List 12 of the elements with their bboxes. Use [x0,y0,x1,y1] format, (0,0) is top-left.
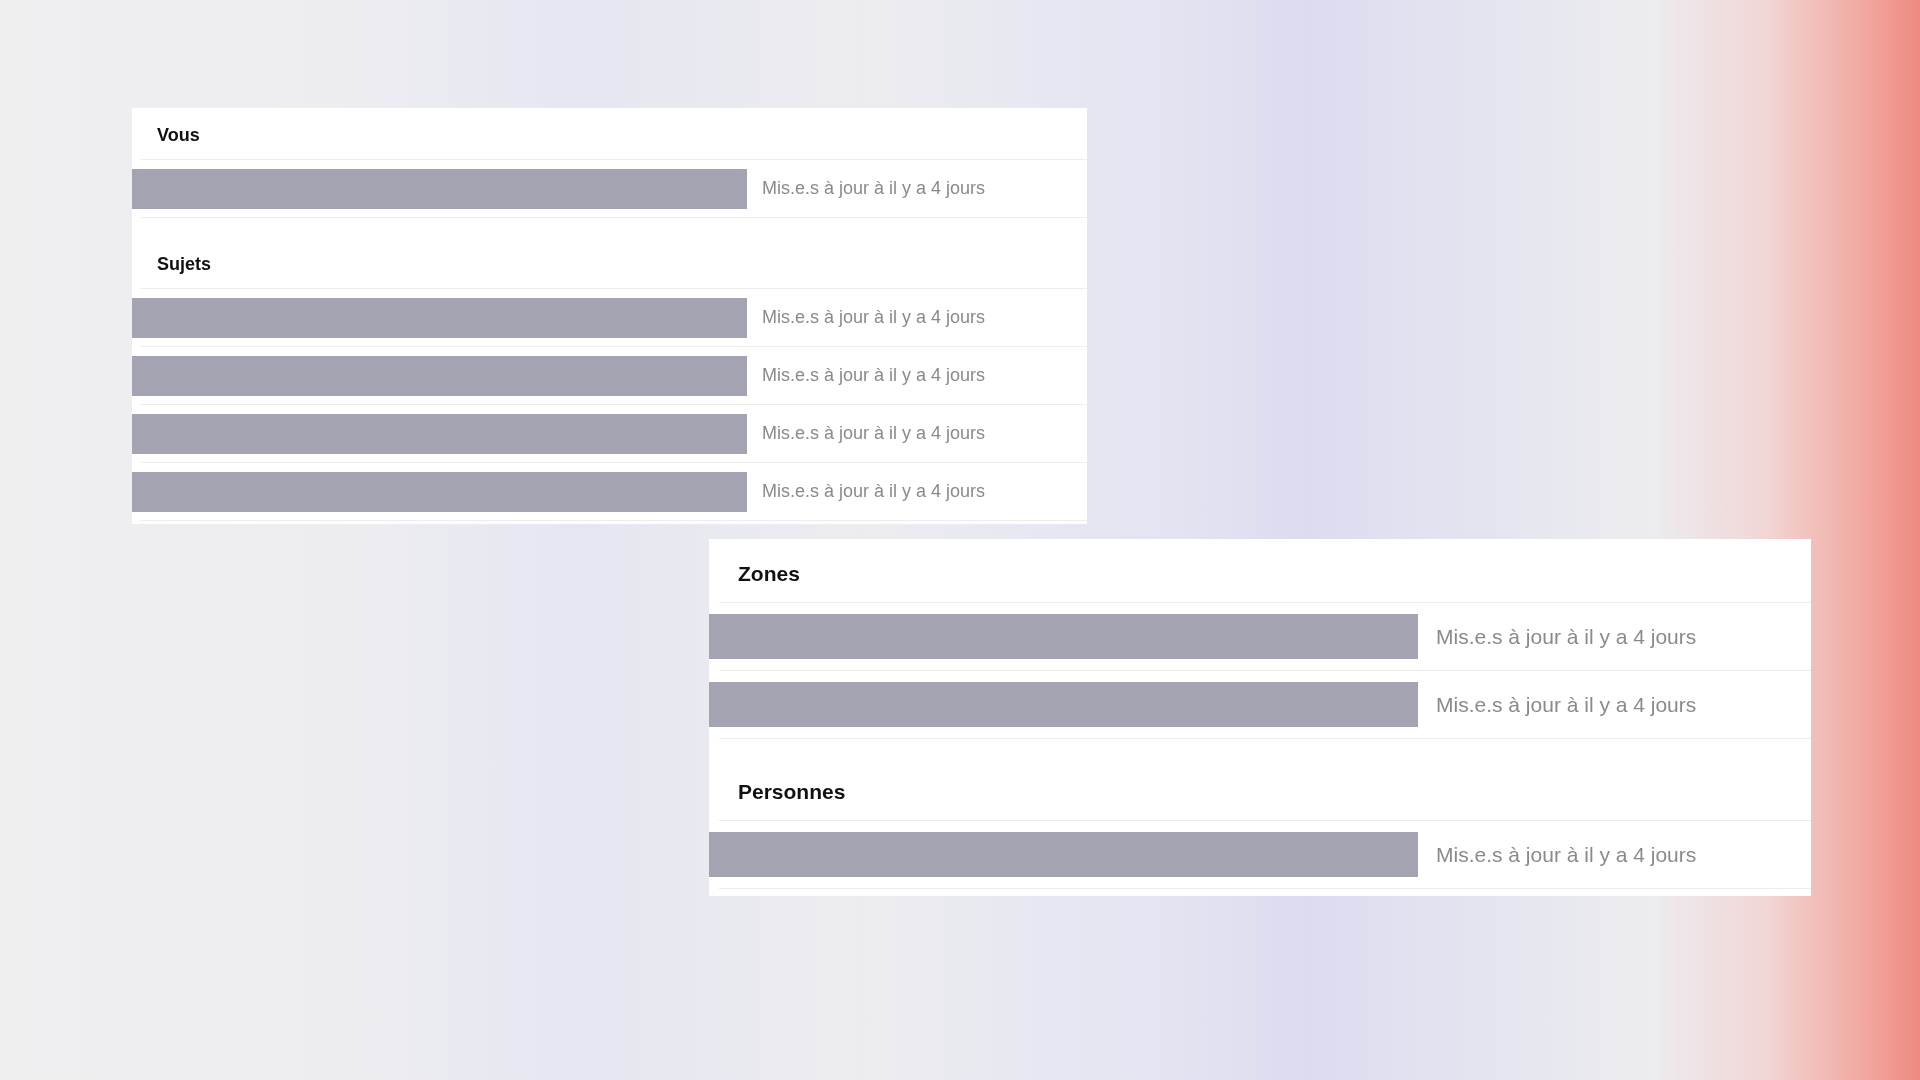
update-time-text: Mis.e.s à jour à il y a 4 jours [1436,691,1697,718]
section-heading: Vous [157,125,200,145]
update-time-text: Mis.e.s à jour à il y a 4 jours [762,422,986,445]
update-time-text: Mis.e.s à jour à il y a 4 jours [1436,623,1697,650]
update-time-text: Mis.e.s à jour à il y a 4 jours [762,480,986,503]
section-heading: Sujets [157,254,212,274]
section-heading: Personnes [738,780,846,803]
update-time-text: Mis.e.s à jour à il y a 4 jours [1436,841,1697,868]
update-time-text: Mis.e.s à jour à il y a 4 jours [762,306,986,329]
section-heading: Zones [738,562,800,585]
update-time-text: Mis.e.s à jour à il y a 4 jours [762,364,986,387]
update-time-text: Mis.e.s à jour à il y a 4 jours [762,177,986,200]
